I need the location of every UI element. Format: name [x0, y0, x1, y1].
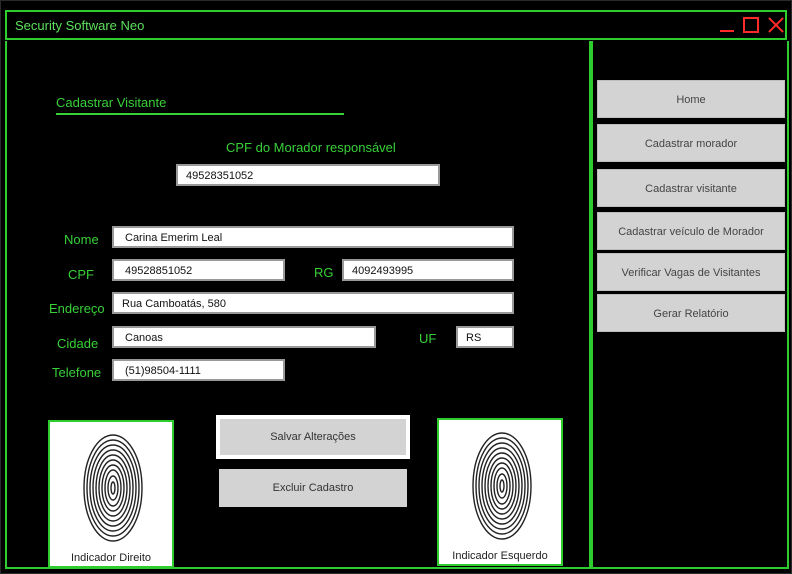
save-button[interactable]: Salvar Alterações: [216, 415, 410, 459]
telefone-input[interactable]: (51)98504-1111: [112, 359, 285, 381]
fingerprint-right-label: Indicador Direito: [70, 552, 152, 564]
cidade-label: Cidade: [57, 336, 99, 351]
endereco-input[interactable]: Rua Camboatás, 580: [112, 292, 514, 314]
fingerprint-left-card[interactable]: Indicador Esquerdo: [437, 418, 563, 566]
fingerprint-right-card[interactable]: Indicador Direito: [48, 420, 174, 568]
fingerprint-icon: [472, 432, 532, 540]
telefone-label: Telefone: [52, 365, 102, 380]
cpf-responsavel-input[interactable]: 49528351052: [176, 164, 440, 186]
sidebar-item-cadastrar-morador[interactable]: Cadastrar morador: [597, 124, 785, 162]
sidebar-item-home[interactable]: Home: [597, 80, 785, 118]
nome-label: Nome: [64, 232, 99, 247]
nome-input[interactable]: Carina Emerim Leal: [112, 226, 514, 248]
maximize-icon[interactable]: [742, 16, 760, 34]
endereco-label: Endereço: [49, 301, 105, 316]
cpf-input[interactable]: 49528851052: [112, 259, 285, 281]
sidebar-item-cadastrar-veiculo[interactable]: Cadastrar veículo de Morador: [597, 212, 785, 250]
rg-input[interactable]: 4092493995: [342, 259, 514, 281]
uf-label: UF: [419, 331, 437, 346]
cpf-label: CPF: [68, 267, 94, 282]
app-window: Security Software Neo Cadastrar Visitant…: [0, 0, 792, 574]
cpf-responsavel-label: CPF do Morador responsável: [226, 140, 396, 155]
close-icon[interactable]: [767, 16, 785, 34]
page-title: Cadastrar Visitante: [56, 95, 167, 110]
fingerprint-left-label: Indicador Esquerdo: [452, 550, 548, 562]
minimize-icon[interactable]: [718, 16, 736, 34]
delete-button[interactable]: Excluir Cadastro: [219, 469, 407, 507]
title-underline: [56, 113, 344, 115]
sidebar-item-verificar-vagas[interactable]: Verificar Vagas de Visitantes: [597, 253, 785, 291]
rg-label: RG: [314, 265, 334, 280]
sidebar-item-gerar-relatorio[interactable]: Gerar Relatório: [597, 294, 785, 332]
fingerprint-icon: [83, 434, 143, 542]
uf-input[interactable]: RS: [456, 326, 514, 348]
window-title: Security Software Neo: [15, 18, 145, 33]
title-bar: Security Software Neo: [5, 10, 787, 40]
sidebar-item-cadastrar-visitante[interactable]: Cadastrar visitante: [597, 169, 785, 207]
cidade-input[interactable]: Canoas: [112, 326, 376, 348]
